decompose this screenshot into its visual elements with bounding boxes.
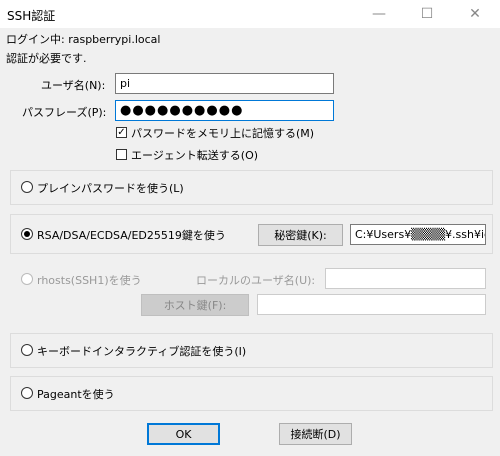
local-username-field[interactable] (325, 268, 486, 289)
private-key-path-field[interactable]: C:¥Users¥▒▒▒▒¥.ssh¥id_r (350, 224, 486, 245)
remember-password-checkbox[interactable]: ✓ (116, 127, 127, 138)
passphrase-label: パスフレーズ(P): (22, 106, 107, 119)
username-field[interactable]: pi (115, 73, 334, 94)
pageant-label: Pageantを使う (37, 388, 115, 401)
agent-forward-checkbox[interactable] (116, 149, 127, 160)
local-username-label: ローカルのユーザ名(U): (196, 274, 316, 287)
rsa-key-label: RSA/DSA/ECDSA/ED25519鍵を使う (37, 229, 226, 242)
host-key-button[interactable]: ホスト鍵(F): (141, 294, 249, 316)
login-host-label: ログイン中: raspberrypi.local (6, 33, 161, 46)
auth-required-label: 認証が必要です. (6, 52, 87, 65)
pageant-radio[interactable] (21, 387, 33, 399)
ok-button[interactable]: OK (147, 423, 220, 445)
username-label: ユーザ名(N): (41, 79, 106, 92)
rhosts-radio[interactable] (21, 273, 33, 285)
title-bar: SSH認証 — ☐ ✕ (0, 0, 500, 28)
remember-password-label: パスワードをメモリ上に記憶する(M) (131, 127, 315, 140)
check-icon: ✓ (117, 126, 126, 138)
disconnect-button[interactable]: 接続断(D) (279, 423, 352, 445)
plain-password-radio[interactable] (21, 181, 33, 193)
keyboard-interactive-label: キーボードインタラクティブ認証を使う(I) (37, 345, 247, 358)
rsa-key-radio[interactable] (21, 228, 33, 240)
plain-password-label: プレインパスワードを使う(L) (37, 182, 184, 195)
keyboard-interactive-radio[interactable] (21, 344, 33, 356)
private-key-button[interactable]: 秘密鍵(K): (258, 224, 343, 246)
window-title: SSH認証 (7, 9, 56, 23)
agent-forward-label: エージェント転送する(O) (131, 149, 259, 162)
minimize-icon[interactable]: — (356, 0, 402, 28)
close-icon[interactable]: ✕ (452, 0, 498, 28)
host-key-field[interactable] (257, 294, 486, 315)
maximize-icon[interactable]: ☐ (404, 0, 450, 28)
passphrase-field[interactable]: ●●●●●●●●●● (115, 100, 334, 121)
rhosts-label: rhosts(SSH1)を使う (37, 274, 142, 287)
